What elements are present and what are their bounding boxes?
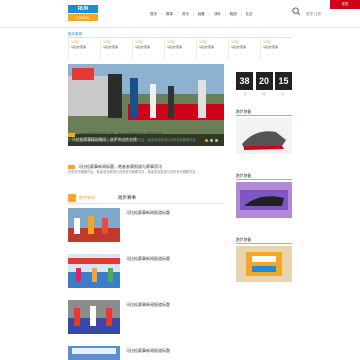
nav-separator: | [176,12,178,16]
sidebar-block: 跑步装备 [236,172,292,218]
nav-item[interactable]: 装备 [198,9,205,19]
countdown-days: 38 [236,72,253,90]
article-title[interactable]: 马拉松赛事新闻报道标题 [126,256,224,262]
headline-news-item[interactable]: 马拉松赛事新闻标题，跑者参赛报道与赛事资讯 赛事资讯摘要内容，跑者参赛报道与赛事… [68,132,224,153]
publish-button[interactable]: 发布 [330,0,360,9]
nav-item[interactable]: 跑团 [230,9,237,19]
sidebar-image[interactable] [236,182,292,218]
race-item[interactable]: 12月 马拉松赛事 [260,38,292,60]
sidebar-head[interactable]: 跑步装备 [236,172,292,180]
race-name: 马拉松赛事 [167,45,183,49]
race-name: 马拉松赛事 [103,45,119,49]
headline-news-item[interactable]: 马拉松赛事新闻标题，跑者参赛报道与赛事资讯 赛事资讯摘要内容，跑者参赛报道与赛事… [68,164,224,185]
nav-separator: | [208,12,210,16]
countdown-label: 天 [243,92,247,96]
countdown-minutes: 15 [275,72,292,90]
article-thumbnail[interactable] [68,208,120,242]
article-item[interactable]: 马拉松赛事新闻报道标题 [68,208,224,246]
sidebar-block: 跑步装备 [236,108,292,154]
section-title: 跑步赛事 [118,195,136,200]
breadcrumb: 跑步新闻 [68,30,292,38]
section-header: 跑步新闻 跑步赛事 [68,192,224,204]
countdown-label: 时 [262,92,266,96]
breadcrumb-item[interactable]: 跑步新闻 [68,30,82,38]
nav-separator: | [192,12,194,16]
race-item[interactable]: 12月 马拉松赛事 [132,38,164,60]
sidebar-head[interactable]: 跑步装备 [236,236,292,244]
sidebar-image[interactable] [236,118,292,154]
race-countdown: 38 20 15 天 时 分 [236,64,292,98]
article-item[interactable]: 马拉松赛事新闻报道标题 [68,254,224,292]
race-item[interactable]: 12月 马拉松赛事 [196,38,228,60]
section-tag[interactable]: 跑步新闻 [79,192,95,204]
news-tag [68,133,75,137]
race-name: 马拉松赛事 [263,45,279,49]
nav-item[interactable]: 资讯 [182,9,189,19]
article-item[interactable]: 马拉松赛事新闻报道标题 [68,300,224,338]
sidebar-image[interactable] [236,246,292,282]
main-nav: 首页 | 赛事 | 资讯 | 装备 | 训练 | 跑团 | 社区 [150,9,253,19]
race-name: 马拉松赛事 [135,45,151,49]
logo-bottom-text: CHINA [68,14,98,21]
race-item[interactable]: 12月 马拉松赛事 [100,38,132,60]
race-item[interactable]: 12月 马拉松赛事 [164,38,196,60]
countdown-labels: 天 时 分 [236,92,292,97]
nav-item[interactable]: 首页 [150,9,157,19]
news-tag [68,165,75,169]
nav-item[interactable]: 赛事 [166,9,173,19]
site-logo[interactable]: RUN CHINA [68,5,98,22]
article-thumbnail[interactable] [68,300,120,334]
search-icon[interactable] [292,7,301,16]
nav-separator: | [224,12,226,16]
nav-item[interactable]: 训练 [214,9,221,19]
top-bar: RUN CHINA 首页 | 赛事 | 资讯 | 装备 | 训练 | 跑团 | … [0,0,360,28]
article-title[interactable]: 马拉松赛事新闻报道标题 [126,302,224,308]
race-name: 马拉松赛事 [199,45,215,49]
news-summary: 赛事资讯摘要内容，跑者参赛报道与赛事资讯摘要内容，跑者参赛报道与赛事资讯摘要内容… [68,170,199,174]
countdown-title [236,64,292,71]
race-item[interactable]: 12月 马拉松赛事 [68,38,100,60]
sidebar-block: 跑步装备 [236,236,292,282]
countdown-label: 分 [281,92,285,96]
logo-top-text: RUN [68,5,98,13]
race-schedule: 12月 马拉松赛事 12月 马拉松赛事 12月 马拉松赛事 12月 马拉松赛事 12月马… [68,38,292,60]
section-icon [68,194,76,202]
race-name: 马拉松赛事 [231,45,247,49]
article-title[interactable]: 马拉松赛事新闻报道标题 [126,210,224,216]
nav-item[interactable]: 社区 [246,9,253,19]
nav-separator: | [161,12,162,16]
article-item[interactable]: 马拉松赛事新闻报道标题 [68,346,224,360]
race-name: 马拉松赛事 [71,45,87,49]
article-thumbnail[interactable] [68,346,120,360]
article-title[interactable]: 马拉松赛事新闻报道标题 [126,348,224,354]
news-summary: 赛事资讯摘要内容，跑者参赛报道与赛事资讯摘要内容，跑者参赛报道与赛事资讯摘要内容… [68,138,199,142]
race-item[interactable]: 12月 马拉松赛事 [228,38,260,60]
countdown-hours: 20 [255,72,273,90]
login-register-link[interactable]: 登录 注册 [306,9,321,19]
nav-separator: | [240,12,242,16]
article-thumbnail[interactable] [68,254,120,288]
sidebar-head[interactable]: 跑步装备 [236,108,292,116]
